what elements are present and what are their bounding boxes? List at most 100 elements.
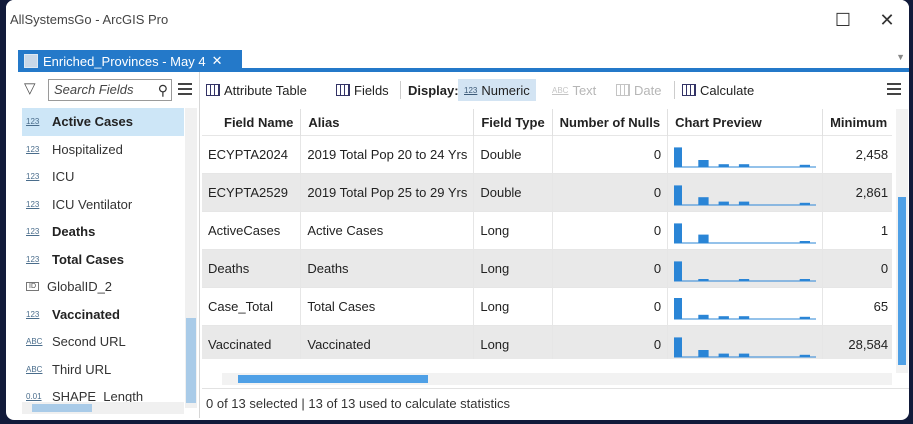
field-name: Active Cases [52, 114, 133, 130]
cell-number-of-nulls: 0 [552, 249, 669, 288]
document-tab-strip: Enriched_Provinces - May 4 ✕ ▼ [6, 42, 909, 72]
column-header-chart-preview[interactable]: Chart Preview [667, 109, 824, 136]
text-filter-button[interactable]: ABC Text [552, 79, 596, 101]
histogram-preview [674, 223, 817, 244]
cell-field-name: ECYPTA2024 [202, 135, 302, 174]
list-menu-icon[interactable] [178, 83, 192, 95]
field-list-item[interactable]: 123 ICU Ventilator [22, 191, 184, 219]
display-label: Display: [408, 82, 459, 98]
text-label: Text [572, 82, 597, 98]
grid-vscroll-thumb[interactable] [898, 197, 906, 365]
calendar-icon [616, 84, 630, 96]
field-name: Hospitalized [52, 141, 123, 157]
field-list-item[interactable]: 123 Hospitalized [22, 136, 184, 164]
field-list-scroll-thumb[interactable] [186, 318, 196, 403]
table-row[interactable]: Deaths Deaths Long 0 0 [202, 249, 892, 288]
cell-field-name: ActiveCases [202, 211, 302, 250]
field-list-item[interactable]: 123 Vaccinated [22, 301, 184, 329]
histogram-bar [718, 316, 729, 319]
cell-minimum: 65 [822, 287, 892, 326]
field-type-icon: 123 [26, 227, 40, 237]
field-list-item[interactable]: 123 Active Cases [22, 108, 184, 136]
close-tab-icon[interactable]: ✕ [212, 53, 223, 69]
field-list-item[interactable]: 123 Deaths [22, 218, 184, 246]
grid-horizontal-scrollbar[interactable] [222, 373, 892, 385]
tab-enriched-provinces[interactable]: Enriched_Provinces - May 4 ✕ [18, 50, 242, 72]
tab-dropdown-icon[interactable]: ▼ [896, 52, 905, 62]
histogram-bar [718, 164, 729, 167]
calculate-button[interactable]: Calculate [682, 79, 754, 101]
field-list-item[interactable]: 123 Total Cases [22, 246, 184, 274]
fields-statistics-grid: Field Name Alias Field Type Number of Nu… [202, 109, 892, 359]
histogram-preview [674, 147, 817, 168]
field-name: GlobalID_2 [47, 279, 113, 295]
search-placeholder: Search Fields [54, 82, 134, 97]
column-header-alias[interactable]: Alias [300, 109, 475, 136]
cell-chart-preview [667, 135, 824, 174]
table-row[interactable]: Case_Total Total Cases Long 0 65 [202, 287, 892, 326]
window-title: AllSystemsGo - ArcGIS Pro [10, 12, 169, 27]
tab-label: Enriched_Provinces - May 4 [43, 53, 206, 69]
field-name: ICU Ventilator [52, 196, 133, 212]
cell-chart-preview [667, 325, 824, 359]
histogram-bar [718, 353, 729, 357]
field-list-horizontal-scrollbar[interactable] [22, 402, 184, 414]
cell-number-of-nulls: 0 [552, 211, 669, 250]
field-name: Second URL [52, 334, 126, 350]
search-fields-input[interactable]: Search Fields ⚲ [48, 79, 172, 101]
fields-button[interactable]: Fields [336, 79, 389, 101]
grid-vertical-scrollbar[interactable] [896, 109, 908, 373]
cell-number-of-nulls: 0 [552, 135, 669, 174]
field-search-row: ▽ Search Fields ⚲ [18, 72, 199, 106]
cell-field-type: Long [473, 249, 553, 288]
column-header-field-type[interactable]: Field Type [473, 109, 553, 136]
column-header-minimum[interactable]: Minimum [822, 109, 892, 136]
close-window-button[interactable]: ✕ [872, 8, 902, 32]
cell-minimum: 1 [822, 211, 892, 250]
field-name: Total Cases [52, 251, 125, 267]
toolbar-menu-icon[interactable] [887, 83, 901, 95]
field-type-icon: 0.01 [26, 392, 42, 402]
title-bar: AllSystemsGo - ArcGIS Pro ☐ ✕ [6, 0, 909, 42]
maximize-button[interactable]: ☐ [828, 8, 858, 32]
histogram-bar [799, 241, 811, 243]
histogram-bar [799, 164, 811, 167]
column-header-number-of-nulls[interactable]: Number of Nulls [552, 109, 669, 136]
field-list-vertical-scrollbar[interactable] [185, 108, 197, 408]
field-list-item[interactable]: ID GlobalID_2 [22, 273, 184, 301]
cell-field-name: Deaths [202, 249, 302, 288]
histogram-bar [674, 298, 683, 319]
table-row[interactable]: ECYPTA2024 2019 Total Pop 20 to 24 Yrs Dou… [202, 135, 892, 174]
search-icon[interactable]: ⚲ [158, 80, 168, 100]
field-name: Vaccinated [52, 306, 120, 322]
date-filter-button[interactable]: Date [616, 79, 661, 101]
text-icon: ABC [552, 85, 569, 95]
field-name: Deaths [52, 224, 96, 240]
table-row[interactable]: ActiveCases Active Cases Long 0 1 [202, 211, 892, 250]
cell-minimum: 28,584 [822, 325, 892, 359]
fields-view-icon [24, 54, 38, 68]
column-header-field-name[interactable]: Field Name [202, 109, 302, 136]
field-list-item[interactable]: ABC Third URL [22, 356, 184, 384]
arcgis-window: AllSystemsGo - ArcGIS Pro ☐ ✕ Enriched_P… [6, 0, 909, 420]
histogram-bar [674, 185, 683, 205]
field-list-hscroll-thumb[interactable] [32, 404, 92, 412]
cell-alias: Deaths [300, 249, 475, 288]
cell-alias: Total Cases [300, 287, 475, 326]
cell-alias: Active Cases [300, 211, 475, 250]
cell-field-name: Vaccinated [202, 325, 302, 359]
field-list-item[interactable]: 123 ICU [22, 163, 184, 191]
table-row[interactable]: ECYPTA2529 2019 Total Pop 25 to 29 Yrs Dou… [202, 173, 892, 212]
numeric-filter-button[interactable]: 123 Numeric [458, 79, 536, 101]
attribute-table-label: Attribute Table [224, 82, 307, 98]
date-label: Date [634, 82, 662, 98]
grid-hscroll-thumb[interactable] [238, 375, 428, 383]
cell-field-type: Double [473, 135, 553, 174]
cell-minimum: 2,458 [822, 135, 892, 174]
table-row[interactable]: Vaccinated Vaccinated Long 0 28,584 [202, 325, 892, 359]
attribute-table-button[interactable]: Attribute Table [206, 79, 307, 101]
field-list-item[interactable]: ABC Second URL [22, 328, 184, 356]
cell-chart-preview [667, 249, 824, 288]
filter-icon[interactable]: ▽ [24, 81, 40, 97]
cell-minimum: 0 [822, 249, 892, 288]
